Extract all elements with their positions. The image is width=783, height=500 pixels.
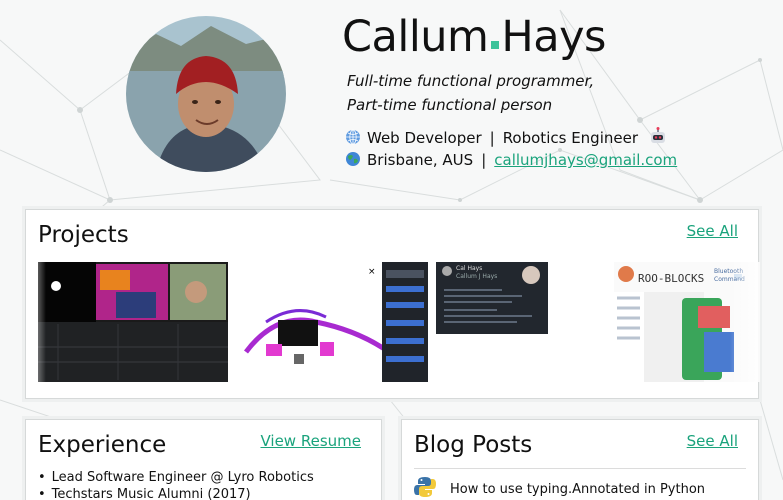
projects-title: Projects: [38, 222, 129, 248]
roo-blocks-logo-text: ROO-BLOCKS: [638, 272, 704, 285]
github-icon: [442, 266, 452, 276]
thumb-3-sub: Callum J Hays: [456, 273, 498, 280]
role-robotics-engineer: Robotics Engineer: [502, 129, 638, 147]
experience-item-1: Lead Software Engineer @ Lyro Robotics: [38, 470, 314, 485]
thumb-3-user: Cal Hays: [456, 265, 483, 272]
experience-list: Lead Software Engineer @ Lyro Robotics T…: [38, 470, 314, 500]
roles-line: Web Developer | Robotics Engineer: [345, 127, 673, 147]
tagline-line-2: Part-time functional person: [347, 96, 553, 114]
project-thumbnail-4[interactable]: ROO-BLOCKS Bluetooth Command: [614, 262, 760, 382]
svg-text:×: ×: [368, 267, 376, 277]
role-web-developer: Web Developer: [367, 129, 482, 147]
experience-title: Experience: [38, 432, 167, 458]
profile-avatar: [126, 16, 286, 172]
project-thumbnail-2[interactable]: ×: [236, 262, 428, 382]
view-resume-link[interactable]: View Resume: [260, 432, 361, 450]
blog-post-1-title: How to use typing.Annotated in Python: [450, 482, 706, 497]
blog-see-all-link[interactable]: See All: [687, 432, 738, 450]
experience-card: Experience View Resume Lead Software Eng…: [25, 419, 382, 500]
python-icon: [414, 477, 436, 497]
profile-name: Callum Hays: [342, 12, 606, 62]
robot-icon: [650, 127, 665, 143]
first-name: Callum: [342, 12, 489, 62]
blog-title: Blog Posts: [414, 432, 533, 458]
blog-card: Blog Posts See All How to use typing.Ann…: [401, 419, 759, 500]
last-name: Hays: [501, 12, 606, 62]
experience-item-2: Techstars Music Alumni (2017): [38, 487, 314, 500]
location-separator: |: [481, 151, 487, 169]
email-link[interactable]: callumjhays@gmail.com: [494, 151, 677, 169]
projects-see-all-link[interactable]: See All: [687, 222, 738, 240]
role-separator: |: [489, 129, 495, 147]
earth-icon: [346, 152, 360, 166]
blog-divider: [414, 468, 746, 469]
project-thumbnail-1[interactable]: [38, 262, 228, 382]
globe-icon: [346, 129, 360, 145]
tagline-line-1: Full-time functional programmer,: [347, 72, 595, 90]
location-text: Brisbane, AUS: [367, 151, 474, 169]
name-dot: [491, 41, 500, 49]
project-thumbnail-3[interactable]: Cal Hays Callum J Hays: [436, 262, 606, 382]
location-line: Brisbane, AUS | callumjhays@gmail.com: [345, 151, 677, 169]
projects-card: Projects See All × Cal Hays Callum J Hay…: [25, 209, 760, 399]
blog-post-1[interactable]: How to use typing.Annotated in Python: [414, 476, 705, 498]
thumb-4-label: Bluetooth Command: [714, 268, 745, 283]
thumb-3-avatar: [522, 266, 540, 284]
